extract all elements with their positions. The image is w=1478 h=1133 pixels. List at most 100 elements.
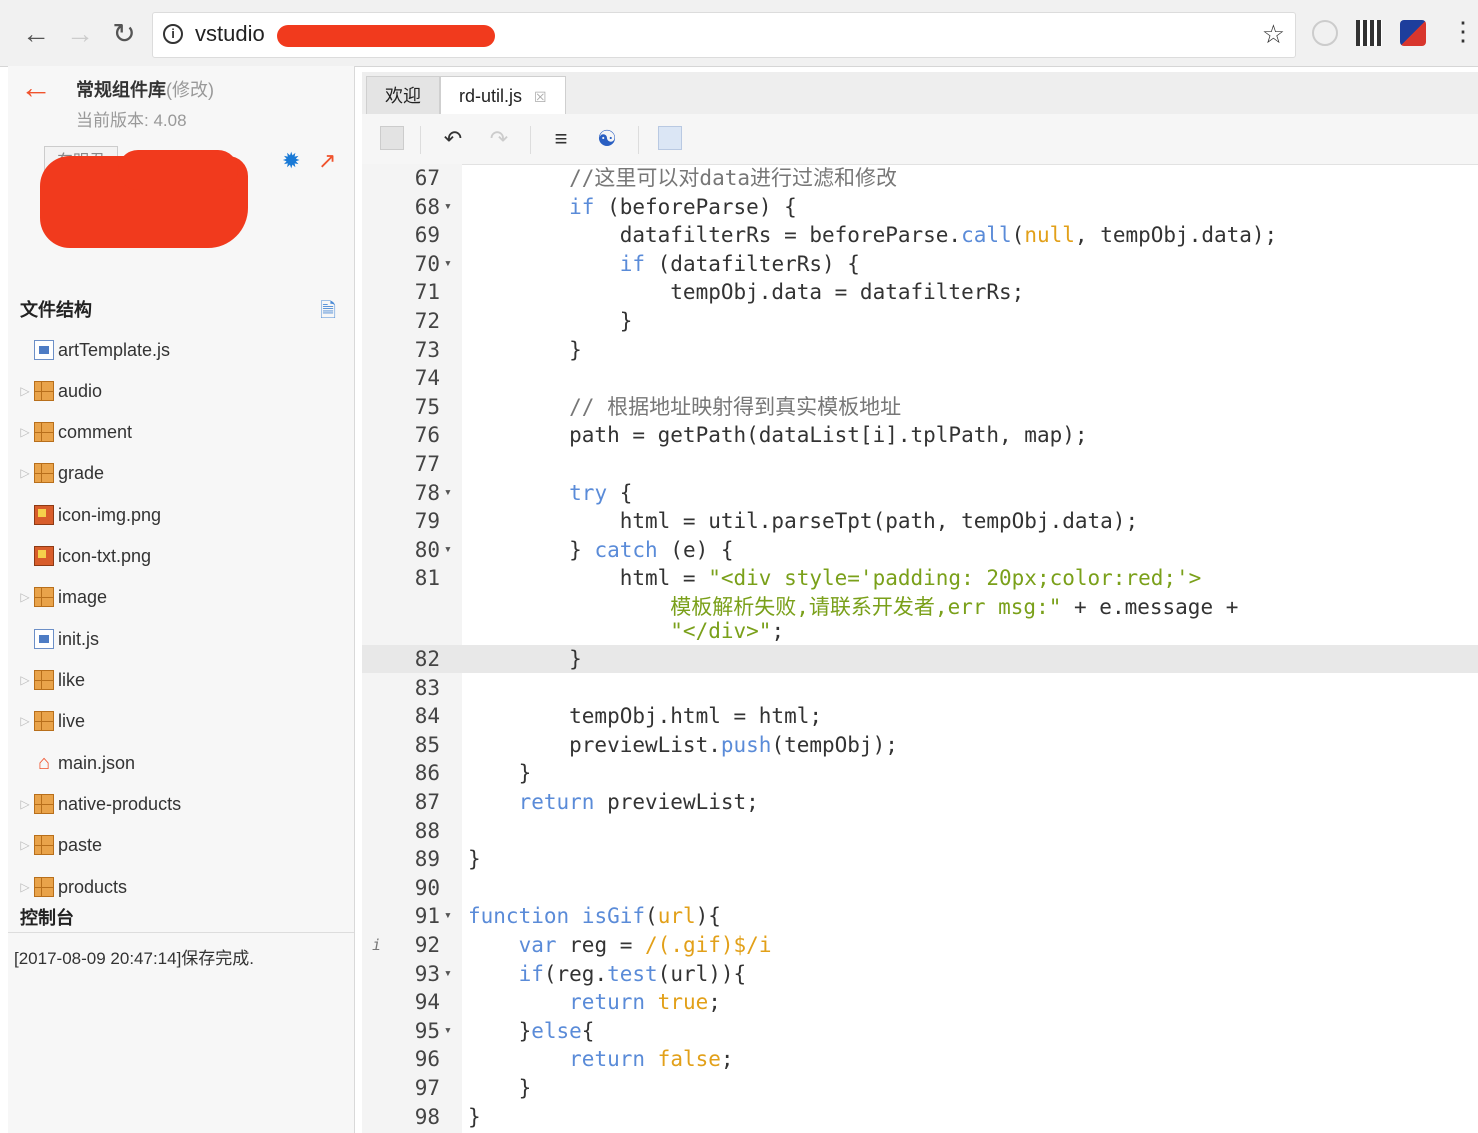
code-line[interactable]: 70 ▾ if (datafilterRs) {	[362, 250, 1478, 278]
share-icon[interactable]: ↗	[318, 148, 336, 174]
line-number: 97	[414, 1076, 440, 1100]
code-line[interactable]: 95 ▾ }else{	[362, 1017, 1478, 1045]
fold-arrow-icon[interactable]: ▾	[444, 1017, 452, 1045]
expand-arrow-icon[interactable]: ▷	[16, 880, 34, 894]
code-line[interactable]: 78 ▾ try {	[362, 479, 1478, 507]
undo-icon[interactable]: ↶	[440, 126, 466, 152]
file-item[interactable]: icon-img.png	[16, 497, 161, 533]
code-line[interactable]: 79 html = util.parseTpt(path, tempObj.da…	[362, 507, 1478, 535]
code-line[interactable]: 67 //这里可以对data进行过滤和修改	[362, 164, 1478, 192]
expand-arrow-icon[interactable]: ▷	[16, 590, 34, 604]
code-text: }	[468, 847, 481, 872]
save-icon[interactable]	[380, 126, 404, 150]
close-icon[interactable]: ☒	[534, 89, 547, 105]
code-line[interactable]: 84 tempObj.html = html;	[362, 702, 1478, 730]
code-line[interactable]: "</div>";	[362, 617, 1478, 645]
file-name: icon-txt.png	[58, 545, 152, 566]
folder-item[interactable]: ▷ like	[16, 662, 85, 698]
find-icon[interactable]: ☯	[594, 126, 620, 152]
code-line[interactable]: 92 i var reg = /(.gif)$/i	[362, 931, 1478, 959]
fold-arrow-icon[interactable]: ▾	[444, 193, 452, 221]
code-line[interactable]: 85 previewList.push(tempObj);	[362, 731, 1478, 759]
code-line[interactable]: 97 }	[362, 1074, 1478, 1102]
fold-arrow-icon[interactable]: ▾	[444, 250, 452, 278]
code-line[interactable]: 74	[362, 364, 1478, 392]
file-item[interactable]: init.js	[16, 621, 99, 657]
code-line[interactable]: 75 // 根据地址映射得到真实模板地址	[362, 393, 1478, 421]
code-line[interactable]: 69 datafilterRs = beforeParse.call(null,…	[362, 221, 1478, 249]
code-line[interactable]: 86 }	[362, 759, 1478, 787]
address-bar[interactable]: i vstudio ☆	[152, 12, 1296, 58]
star-icon[interactable]: ☆	[1262, 19, 1285, 50]
back-icon[interactable]: ←	[16, 14, 56, 54]
folder-item[interactable]: ▷ comment	[16, 414, 132, 450]
info-icon[interactable]: i	[163, 24, 183, 44]
folder-item[interactable]: ▷ grade	[16, 455, 104, 491]
code-line[interactable]: 80 ▾ } catch (e) {	[362, 536, 1478, 564]
folder-item[interactable]: ▷ audio	[16, 373, 102, 409]
code-text: } catch (e) {	[468, 537, 734, 562]
code-line[interactable]: 89}	[362, 845, 1478, 873]
tab-rd-util[interactable]: rd-util.js ☒	[440, 76, 566, 115]
expand-arrow-icon[interactable]: ▷	[16, 714, 34, 728]
code-line[interactable]: 77	[362, 450, 1478, 478]
code-text: }	[468, 761, 532, 786]
folder-item[interactable]: ▷ live	[16, 703, 85, 739]
expand-arrow-icon[interactable]: ▷	[16, 466, 34, 480]
menu-icon[interactable]: ⋮	[1450, 16, 1476, 46]
ext-icon[interactable]	[1400, 20, 1426, 46]
extension-icon[interactable]	[1312, 20, 1338, 46]
fold-arrow-icon[interactable]: ▾	[444, 536, 452, 564]
expand-arrow-icon[interactable]: ▷	[16, 425, 34, 439]
code-editor[interactable]: 67 //这里可以对data进行过滤和修改 68 ▾ if (beforeParse…	[362, 164, 1478, 1133]
expand-arrow-icon[interactable]: ▷	[16, 797, 34, 811]
code-line[interactable]: 87 return previewList;	[362, 788, 1478, 816]
code-text: }	[468, 1104, 481, 1129]
code-line[interactable]: 90	[362, 874, 1478, 902]
code-line[interactable]: 68 ▾ if (beforeParse) {	[362, 193, 1478, 221]
folder-item[interactable]: ▷ products	[16, 869, 127, 905]
fold-arrow-icon[interactable]: ▾	[444, 479, 452, 507]
file-item[interactable]: ⌂ main.json	[16, 745, 135, 781]
code-line[interactable]: 73 }	[362, 336, 1478, 364]
bug-icon[interactable]: ✹	[282, 148, 300, 174]
line-number: 76	[414, 423, 440, 448]
redo-icon[interactable]: ↷	[486, 126, 512, 152]
info-marker-icon[interactable]: i	[372, 931, 381, 959]
folder-item[interactable]: ▷ paste	[16, 827, 102, 863]
library-modified[interactable]: (修改)	[166, 80, 214, 100]
folder-item[interactable]: ▷ native-products	[16, 786, 181, 822]
code-line[interactable]: 93 ▾ if(reg.test(url)){	[362, 960, 1478, 988]
code-line[interactable]: 72 }	[362, 307, 1478, 335]
expand-arrow-icon[interactable]: ▷	[16, 673, 34, 687]
preview-icon[interactable]	[658, 126, 682, 150]
folder-item[interactable]: ▷ image	[16, 579, 107, 615]
expand-arrow-icon[interactable]: ▷	[16, 838, 34, 852]
forward-icon[interactable]: →	[60, 14, 100, 54]
expand-arrow-icon[interactable]: ▷	[16, 384, 34, 398]
code-line[interactable]: 81 html = "<div style='padding: 20px;col…	[362, 564, 1478, 592]
format-icon[interactable]: ≡	[548, 126, 574, 152]
code-text: html = util.parseTpt(path, tempObj.data)…	[468, 509, 1139, 534]
code-line[interactable]: 88	[362, 817, 1478, 845]
code-line[interactable]: 98}	[362, 1103, 1478, 1131]
code-text: tempObj.data = datafilterRs;	[468, 280, 1025, 305]
reload-icon[interactable]: ↻	[104, 14, 144, 54]
code-line[interactable]: 96 return false;	[362, 1045, 1478, 1073]
code-line[interactable]: 94 return true;	[362, 988, 1478, 1016]
file-item[interactable]: icon-txt.png	[16, 538, 151, 574]
code-line[interactable]: 71 tempObj.data = datafilterRs;	[362, 278, 1478, 306]
tab-welcome[interactable]: 欢迎	[366, 76, 440, 114]
new-file-icon[interactable]: 🗎	[320, 296, 336, 330]
fold-arrow-icon[interactable]: ▾	[444, 902, 452, 930]
home-icon: ⌂	[37, 752, 51, 774]
file-item[interactable]: artTemplate.js	[16, 332, 170, 368]
code-line[interactable]: 82 }	[362, 645, 1478, 673]
code-line[interactable]: 91 ▾ function isGif(url){	[362, 902, 1478, 930]
code-line[interactable]: 76 path = getPath(dataList[i].tplPath, m…	[362, 421, 1478, 449]
code-line[interactable]: 83	[362, 674, 1478, 702]
back-arrow-icon[interactable]: ←	[20, 71, 52, 103]
fold-arrow-icon[interactable]: ▾	[444, 960, 452, 988]
qr-icon[interactable]	[1356, 20, 1382, 46]
console-title: 控制台	[20, 908, 74, 928]
